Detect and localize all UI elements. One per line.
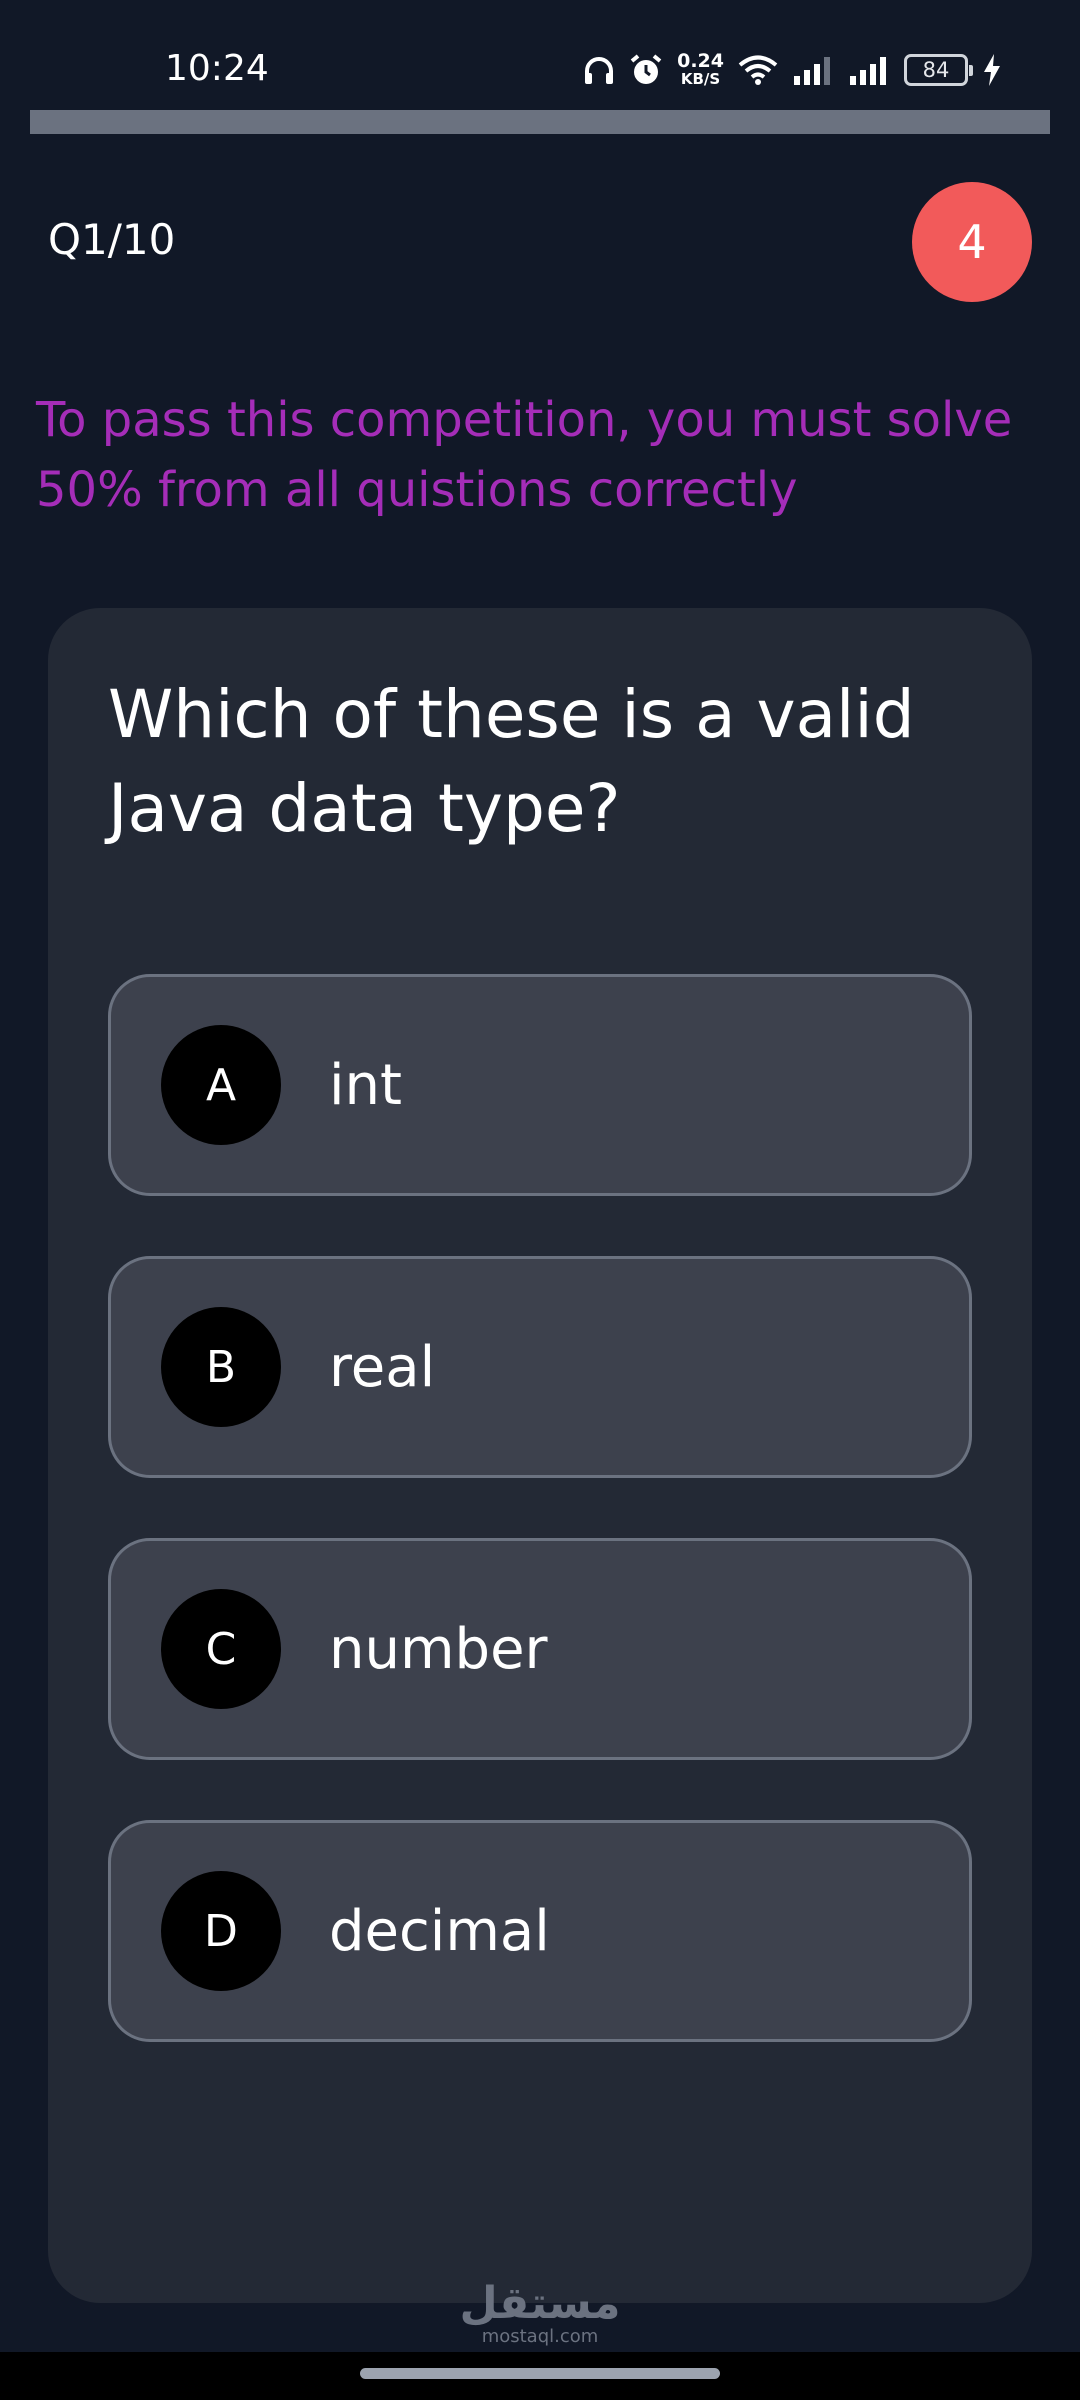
option-text: decimal — [329, 1898, 550, 1964]
watermark-logo: مستقل mostaql.com — [0, 2282, 1080, 2348]
network-speed-unit: KB/S — [680, 70, 721, 88]
option-text: int — [329, 1052, 403, 1118]
alarm-icon — [630, 54, 662, 84]
watermark-arabic: مستقل — [459, 2278, 621, 2329]
battery-icon: 84 — [904, 54, 973, 86]
status-icons: 0.24 KB/S 84 — [583, 48, 1002, 92]
network-speed-value: 0.24 — [677, 50, 724, 72]
answer-option-a[interactable]: A int — [108, 974, 972, 1196]
question-text: Which of these is a valid Java data type… — [108, 676, 915, 847]
home-indicator[interactable] — [360, 2368, 720, 2379]
navigation-bar — [0, 2352, 1080, 2400]
headphones-icon — [585, 57, 614, 84]
status-time: 10:24 — [165, 48, 269, 89]
option-letter-badge: A — [161, 1025, 281, 1145]
option-letter-badge: C — [161, 1589, 281, 1709]
question-card: Which of these is a valid Java data type… — [48, 608, 1032, 2303]
cell-signal-2-icon — [850, 57, 886, 85]
network-speed: 0.24 KB/S — [677, 50, 724, 89]
option-letter-badge: B — [161, 1307, 281, 1427]
option-text: number — [329, 1616, 548, 1682]
battery-level: 84 — [922, 58, 950, 82]
quiz-progress-fill — [30, 110, 1050, 134]
charging-icon — [984, 54, 1000, 86]
option-text: real — [329, 1334, 436, 1400]
pass-requirement-notice: To pass this competition, you must solve… — [36, 392, 1013, 518]
status-bar: 10:24 0.24 KB/S 84 — [0, 0, 1080, 100]
wifi-icon — [738, 55, 778, 85]
cell-signal-1-icon — [794, 57, 830, 85]
answer-option-c[interactable]: C number — [108, 1538, 972, 1760]
quiz-screen: 10:24 0.24 KB/S 84 Q1/10 4 To pass this … — [0, 0, 1080, 2400]
answer-option-b[interactable]: B real — [108, 1256, 972, 1478]
answer-option-d[interactable]: D decimal — [108, 1820, 972, 2042]
watermark-latin: mostaql.com — [481, 2326, 599, 2347]
option-letter-badge: D — [161, 1871, 281, 1991]
question-counter: Q1/10 — [48, 215, 176, 264]
timer-badge: 4 — [912, 182, 1032, 302]
quiz-progress-bar — [30, 110, 1050, 134]
